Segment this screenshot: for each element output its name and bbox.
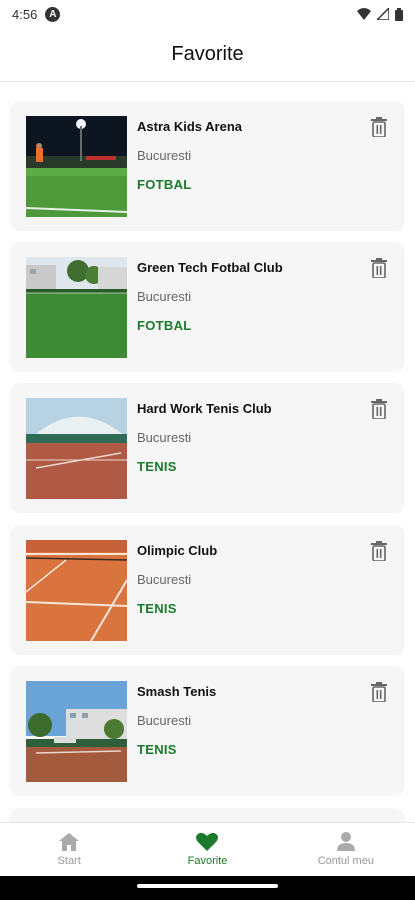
delete-icon[interactable] [370, 682, 388, 702]
page-title: Favorite [171, 43, 244, 65]
venue-photo [26, 398, 127, 499]
home-icon [59, 832, 80, 851]
delete-icon[interactable] [370, 117, 388, 137]
signal-icon [377, 8, 389, 20]
venue-photo [26, 116, 127, 217]
venue-photo [26, 681, 127, 782]
gesture-handle[interactable] [137, 884, 278, 888]
person-icon [336, 832, 355, 851]
venue-city: Bucuresti [137, 572, 192, 587]
venue-name: Green Tech Fotbal Club [137, 260, 283, 275]
favorite-card[interactable]: Hard Work Tenis Club Bucuresti TENIS [10, 383, 405, 513]
app-notification-icon: A [45, 6, 61, 22]
venue-name: Smash Tenis [137, 684, 217, 699]
venue-sport: TENIS [137, 459, 177, 474]
favorite-card-partial[interactable] [10, 808, 405, 822]
nav-favorite[interactable]: Favorite [138, 823, 276, 876]
venue-sport: FOTBAL [137, 318, 192, 333]
nav-start[interactable]: Start [0, 823, 138, 876]
wifi-icon [357, 8, 371, 20]
battery-icon [395, 7, 403, 21]
delete-icon[interactable] [370, 541, 388, 561]
venue-sport: FOTBAL [137, 177, 192, 192]
favorite-card[interactable]: Green Tech Fotbal Club Bucuresti FOTBAL [10, 242, 405, 372]
app-notification-glyph: A [49, 8, 57, 20]
system-gesture-area [0, 876, 415, 900]
nav-account[interactable]: Contul meu [277, 823, 415, 876]
heart-icon [196, 832, 219, 851]
venue-sport: TENIS [137, 742, 177, 757]
app-header: Favorite [0, 28, 415, 82]
venue-city: Bucuresti [137, 289, 192, 304]
venue-name: Olimpic Club [137, 543, 218, 558]
status-time: 4:56 [12, 6, 38, 22]
favorite-card[interactable]: Olimpic Club Bucuresti TENIS [10, 525, 405, 655]
favorite-card[interactable]: Astra Kids Arena Bucuresti FOTBAL [10, 101, 405, 231]
nav-favorite-label: Favorite [187, 855, 228, 867]
delete-icon[interactable] [370, 399, 388, 419]
venue-name: Hard Work Tenis Club [137, 401, 272, 416]
nav-account-label: Contul meu [317, 855, 374, 867]
favorites-list[interactable]: Astra Kids Arena Bucuresti FOTBAL Green … [0, 82, 415, 822]
delete-icon[interactable] [370, 258, 388, 278]
venue-photo [26, 540, 127, 641]
favorite-card[interactable]: Smash Tenis Bucuresti TENIS [10, 666, 405, 796]
venue-city: Bucuresti [137, 430, 192, 445]
venue-city: Bucuresti [137, 713, 192, 728]
venue-city: Bucuresti [137, 148, 192, 163]
venue-sport: TENIS [137, 601, 177, 616]
nav-start-label: Start [57, 854, 81, 867]
venue-name: Astra Kids Arena [137, 119, 242, 134]
venue-photo [26, 257, 127, 358]
status-bar: 4:56 A [0, 0, 415, 28]
bottom-navigation: Start Favorite Contul meu [0, 822, 415, 876]
